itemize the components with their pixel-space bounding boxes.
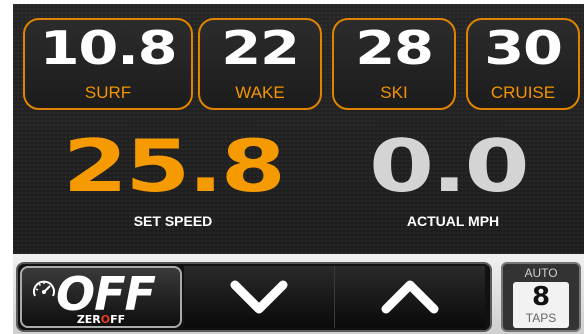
gauge-icon	[31, 278, 57, 304]
speed-control-panel: OFF ZEROFF	[16, 262, 492, 332]
actual-speed-value: 0.0	[368, 124, 530, 208]
preset-value: 28	[355, 21, 434, 75]
preset-value: 22	[221, 21, 300, 75]
control-bar: OFF ZEROFF AUTO 8 TAPS	[13, 254, 584, 334]
preset-label: SURF	[84, 83, 132, 102]
zero-off-state: OFF	[56, 267, 156, 321]
preset-surf-button[interactable]: 10.8 SURF	[23, 18, 193, 110]
auto-taps-button[interactable]: AUTO 8 TAPS	[501, 262, 581, 332]
zero-off-logo: ZEROFF	[76, 313, 126, 326]
set-speed-value: 25.8	[62, 124, 286, 208]
preset-value: 10.8	[39, 21, 178, 75]
taps-display: 8 TAPS	[513, 282, 569, 328]
preset-label: WAKE	[235, 83, 285, 102]
taps-label: TAPS	[525, 311, 557, 325]
cruise-control-screen: 10.8 SURF 22 WAKE 28 SKI 30 CRUISE 25.8 …	[13, 4, 584, 334]
actual-speed-label: ACTUAL MPH	[406, 213, 500, 229]
taps-count: 8	[531, 282, 551, 312]
zero-off-button[interactable]: OFF ZEROFF	[20, 266, 182, 328]
set-speed-label: SET SPEED	[133, 213, 213, 229]
speed-up-button[interactable]	[335, 266, 485, 328]
preset-label: SKI	[380, 83, 408, 102]
auto-mode-label: AUTO	[524, 266, 558, 280]
preset-ski-button[interactable]: 28 SKI	[332, 18, 456, 110]
preset-wake-button[interactable]: 22 WAKE	[198, 18, 322, 110]
preset-label: CRUISE	[490, 83, 556, 102]
speed-down-button[interactable]	[184, 266, 335, 328]
preset-value: 30	[484, 21, 563, 75]
preset-cruise-button[interactable]: 30 CRUISE	[466, 18, 580, 110]
